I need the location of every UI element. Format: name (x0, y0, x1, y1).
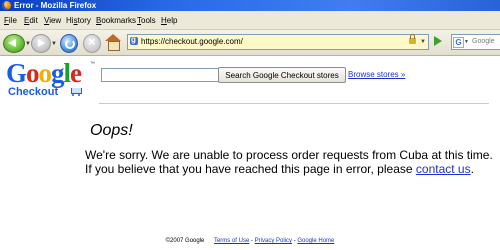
window-title-bar[interactable]: Error - Mozilla Firefox (0, 0, 500, 11)
google-wordmark: Google (6, 58, 82, 88)
shopping-cart-icon (70, 87, 82, 96)
go-button[interactable] (432, 35, 443, 47)
browse-stores-link[interactable]: Browse stores » (348, 70, 405, 79)
stop-button[interactable] (83, 34, 101, 53)
menu-bookmarks[interactable]: Bookmarks (96, 16, 136, 25)
forward-history-dropdown-icon[interactable]: ▼ (51, 41, 57, 47)
google-home-link[interactable]: Google Home (297, 238, 334, 244)
window-title: Error - Mozilla Firefox (14, 1, 97, 10)
lock-icon[interactable] (409, 34, 416, 44)
search-bar[interactable]: G ▼ Google (451, 34, 500, 50)
store-search-input[interactable] (101, 68, 219, 82)
site-favicon-icon (130, 33, 138, 47)
menu-file[interactable]: File (4, 16, 17, 25)
forward-button[interactable] (31, 34, 51, 53)
url-text[interactable]: https://checkout.google.com/ (141, 35, 243, 49)
search-stores-button[interactable]: Search Google Checkout stores (218, 67, 346, 83)
trademark-mark: ™ (90, 61, 95, 67)
address-bar[interactable]: https://checkout.google.com/ ▼ (127, 33, 429, 50)
copyright-text: ©2007 Google (165, 238, 205, 244)
error-heading: Oops! (90, 122, 133, 139)
header-divider (99, 103, 489, 104)
privacy-policy-link[interactable]: Privacy Policy (255, 238, 292, 244)
home-icon (105, 34, 121, 41)
url-dropdown-icon[interactable]: ▼ (420, 35, 426, 49)
menu-help[interactable]: Help (161, 16, 177, 25)
menu-view[interactable]: View (44, 16, 61, 25)
menu-edit[interactable]: Edit (24, 16, 38, 25)
error-message-line1: We're sorry. We are unable to process or… (85, 148, 493, 162)
firefox-icon (2, 1, 11, 10)
google-checkout-logo[interactable]: Google ™ Checkout (6, 58, 95, 101)
google-engine-icon[interactable]: G (453, 37, 464, 48)
terms-of-use-link[interactable]: Terms of Use (214, 238, 249, 244)
menu-bar: File Edit View History Bookmarks Tools H… (0, 11, 500, 30)
back-button[interactable] (3, 34, 25, 53)
search-placeholder[interactable]: Google (472, 35, 495, 49)
contact-us-link[interactable]: contact us (416, 162, 471, 176)
menu-history[interactable]: History (66, 16, 91, 25)
error-message-line2: If you believe that you have reached thi… (85, 162, 474, 176)
menu-tools[interactable]: Tools (137, 16, 156, 25)
home-button[interactable] (105, 34, 121, 51)
reload-button[interactable] (60, 34, 78, 53)
engine-dropdown-icon[interactable]: ▼ (464, 35, 469, 49)
page-footer: ©2007 Google Terms of Use - Privacy Poli… (165, 238, 335, 244)
checkout-wordmark: Checkout (8, 86, 59, 98)
